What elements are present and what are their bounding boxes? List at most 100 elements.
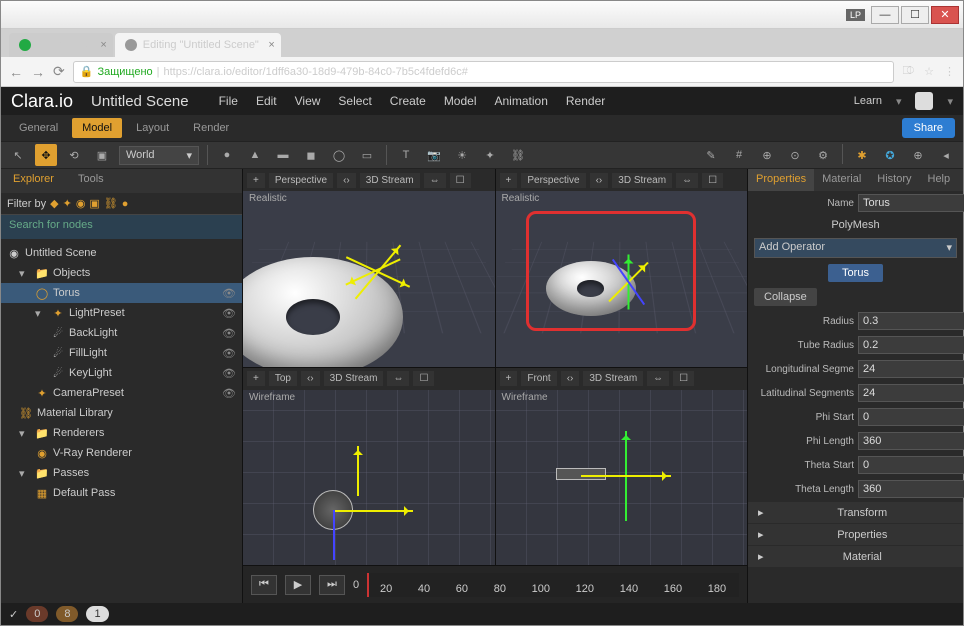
menu-select[interactable]: Select bbox=[338, 94, 371, 108]
translate-icon[interactable]: ⎄ bbox=[902, 65, 914, 78]
tree-camera-preset[interactable]: ✦CameraPreset👁 bbox=[1, 383, 242, 403]
learn-dropdown[interactable]: Learn bbox=[854, 95, 882, 107]
viewport-perspective-1[interactable]: +Perspective‹›3D Stream⇔☐ Realistic bbox=[243, 169, 495, 367]
null-icon[interactable]: ✦ bbox=[479, 144, 501, 166]
browser-tab[interactable]: Lumpics.ru× bbox=[9, 33, 113, 57]
to-start-button[interactable]: ⏮ bbox=[251, 575, 277, 595]
torus-tool-icon[interactable]: ◯ bbox=[328, 144, 350, 166]
tab-history[interactable]: History bbox=[869, 169, 919, 191]
forward-button[interactable]: → bbox=[31, 64, 45, 80]
status-pill[interactable]: 0 bbox=[26, 606, 48, 622]
filter-bone-icon[interactable]: ⛓ bbox=[104, 197, 118, 210]
text-icon[interactable]: T bbox=[395, 144, 417, 166]
name-input[interactable] bbox=[858, 194, 964, 212]
tree-light-preset[interactable]: ▾✦LightPreset👁 bbox=[1, 303, 242, 323]
snap-icon[interactable]: ⊕ bbox=[756, 144, 778, 166]
subtab-model[interactable]: Model bbox=[72, 118, 122, 138]
chevron-left-icon[interactable]: ◂ bbox=[935, 144, 957, 166]
rotate-icon[interactable]: ⟲ bbox=[63, 144, 85, 166]
radius-input[interactable] bbox=[858, 312, 964, 330]
subtab-render[interactable]: Render bbox=[183, 118, 239, 138]
tab-tools[interactable]: Tools bbox=[66, 169, 116, 193]
subtab-general[interactable]: General bbox=[9, 118, 68, 138]
share-button[interactable]: Share bbox=[902, 118, 955, 138]
coord-space-select[interactable]: World▾ bbox=[119, 146, 199, 165]
menu-icon[interactable]: ⋮ bbox=[944, 65, 955, 78]
light-icon[interactable]: ☀ bbox=[451, 144, 473, 166]
long-seg-input[interactable] bbox=[858, 360, 964, 378]
tree-matlib[interactable]: ⛓Material Library bbox=[1, 403, 242, 423]
viewport-top[interactable]: +Top‹›3D Stream⇔☐ Wireframe bbox=[243, 368, 495, 566]
section-material[interactable]: ▸Material bbox=[748, 546, 963, 567]
tree-filllight[interactable]: ☄FillLight👁 bbox=[1, 343, 242, 363]
tree-objects[interactable]: ▾📁Objects bbox=[1, 263, 242, 283]
accessibility-icon[interactable]: ✪ bbox=[879, 144, 901, 166]
lat-seg-input[interactable] bbox=[858, 384, 964, 402]
subtab-layout[interactable]: Layout bbox=[126, 118, 179, 138]
back-button[interactable]: ← bbox=[9, 64, 23, 80]
close-button[interactable]: ✕ bbox=[931, 6, 959, 24]
menu-view[interactable]: View bbox=[295, 94, 321, 108]
cylinder-icon[interactable]: ▬ bbox=[272, 144, 294, 166]
add-operator-select[interactable]: Add Operator▾ bbox=[754, 238, 957, 258]
tab-help[interactable]: Help bbox=[920, 169, 959, 191]
timeline-track[interactable]: 20406080100120140160180 bbox=[367, 573, 739, 597]
grid-icon[interactable]: # bbox=[728, 144, 750, 166]
visibility-icon[interactable]: 👁 bbox=[222, 287, 236, 300]
maximize-button[interactable]: ☐ bbox=[901, 6, 929, 24]
menu-animation[interactable]: Animation bbox=[495, 94, 548, 108]
bone-icon[interactable]: ⛓ bbox=[507, 144, 529, 166]
close-tab-icon[interactable]: × bbox=[100, 39, 106, 51]
to-end-button[interactable]: ⏭ bbox=[319, 575, 345, 595]
search-input[interactable]: Search for nodes bbox=[1, 215, 242, 239]
tree-scene[interactable]: ◉Untitled Scene bbox=[1, 243, 242, 263]
tree-vray[interactable]: ◉V-Ray Renderer bbox=[1, 443, 242, 463]
tab-explorer[interactable]: Explorer bbox=[1, 169, 66, 193]
tube-radius-input[interactable] bbox=[858, 336, 964, 354]
phi-length-input[interactable] bbox=[858, 432, 964, 450]
tree-torus[interactable]: ◯Torus👁 bbox=[1, 283, 242, 303]
section-transform[interactable]: ▸Transform bbox=[748, 502, 963, 523]
tree-backlight[interactable]: ☄BackLight👁 bbox=[1, 323, 242, 343]
phi-start-input[interactable] bbox=[858, 408, 964, 426]
viewport-front[interactable]: +Front‹›3D Stream⇔☐ Wireframe bbox=[496, 368, 748, 566]
collapse-button[interactable]: Collapse bbox=[754, 288, 817, 306]
tab-properties[interactable]: Properties bbox=[748, 169, 814, 191]
gizmo-icon[interactable]: ✱ bbox=[851, 144, 873, 166]
camera-icon[interactable]: 📷 bbox=[423, 144, 445, 166]
visibility-icon[interactable]: 👁 bbox=[222, 387, 236, 400]
cube-icon[interactable]: ◼ bbox=[300, 144, 322, 166]
plane-icon[interactable]: ▭ bbox=[356, 144, 378, 166]
status-pill[interactable]: 8 bbox=[56, 606, 78, 622]
theta-length-input[interactable] bbox=[858, 480, 964, 498]
visibility-icon[interactable]: 👁 bbox=[222, 367, 236, 380]
visibility-icon[interactable]: 👁 bbox=[222, 347, 236, 360]
tab-material[interactable]: Material bbox=[814, 169, 869, 191]
tree-default-pass[interactable]: ▦Default Pass bbox=[1, 483, 242, 503]
cursor-icon[interactable]: ↖ bbox=[7, 144, 29, 166]
menu-create[interactable]: Create bbox=[390, 94, 426, 108]
play-button[interactable]: ▶ bbox=[285, 575, 311, 595]
wand-icon[interactable]: ✎ bbox=[700, 144, 722, 166]
visibility-icon[interactable]: 👁 bbox=[222, 327, 236, 340]
visibility-icon[interactable]: 👁 bbox=[222, 307, 236, 320]
tool-icon[interactable]: ⚙ bbox=[812, 144, 834, 166]
close-tab-icon[interactable]: × bbox=[268, 39, 274, 51]
menu-model[interactable]: Model bbox=[444, 94, 477, 108]
magnet-icon[interactable]: ⊙ bbox=[784, 144, 806, 166]
cone-icon[interactable]: ▲ bbox=[244, 144, 266, 166]
filter-null-icon[interactable]: ● bbox=[122, 198, 129, 210]
minimize-button[interactable]: — bbox=[871, 6, 899, 24]
viewport-perspective-2[interactable]: +Perspective‹›3D Stream⇔☐ Realistic bbox=[496, 169, 748, 367]
plus-icon[interactable]: ⊕ bbox=[907, 144, 929, 166]
tree-renderers[interactable]: ▾📁Renderers bbox=[1, 423, 242, 443]
url-input[interactable]: 🔒 Защищено | https://clara.io/editor/1df… bbox=[73, 61, 895, 83]
tree-passes[interactable]: ▾📁Passes bbox=[1, 463, 242, 483]
menu-edit[interactable]: Edit bbox=[256, 94, 277, 108]
filter-mesh-icon[interactable]: ◆ bbox=[50, 197, 58, 210]
menu-file[interactable]: File bbox=[219, 94, 238, 108]
torus-operator-button[interactable]: Torus bbox=[828, 264, 883, 282]
filter-camera-icon[interactable]: ◉ bbox=[76, 197, 86, 210]
move-icon[interactable]: ✥ bbox=[35, 144, 57, 166]
sphere-icon[interactable]: ● bbox=[216, 144, 238, 166]
